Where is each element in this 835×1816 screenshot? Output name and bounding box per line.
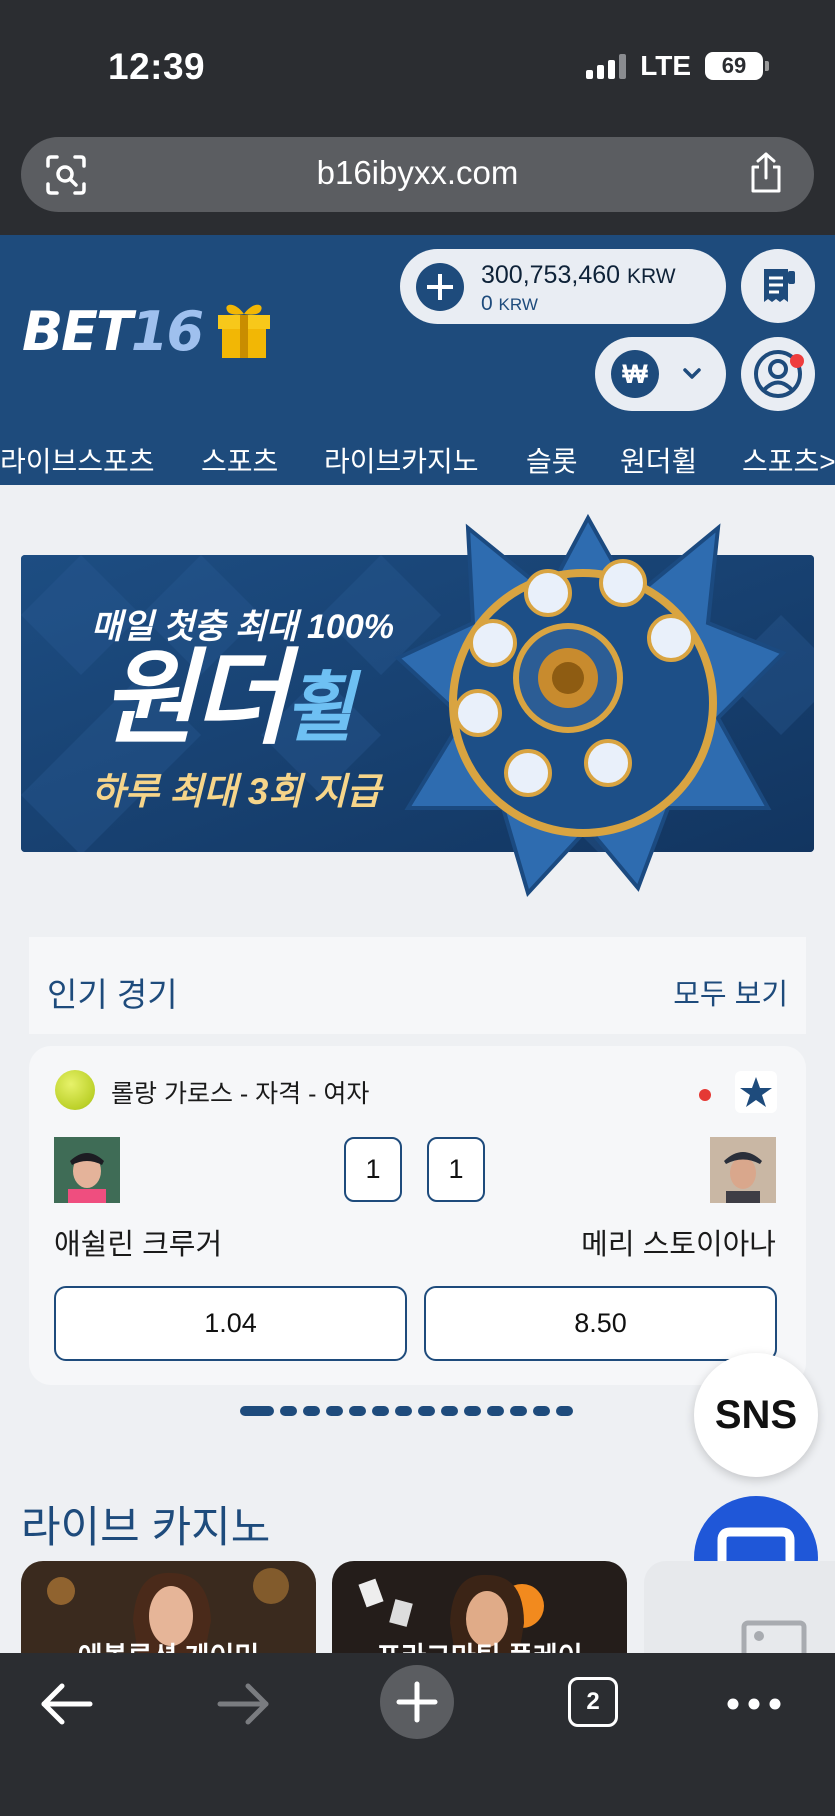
status-indicators: LTE 69 [586, 50, 769, 82]
game-card-evolution[interactable]: 에볼루션 게이밍 [21, 1561, 316, 1661]
game-card-placeholder[interactable] [644, 1561, 835, 1666]
live-casino-title: 라이브 카지노 [21, 1504, 271, 1552]
banner-title: 원더휠 [101, 641, 354, 757]
new-tab-icon [396, 1681, 438, 1723]
nav-item-sports-extra[interactable]: 스포츠> [742, 440, 835, 480]
status-bar: 12:39 LTE 69 b16ibyxx.com [0, 0, 835, 212]
home-player-avatar [54, 1137, 120, 1203]
screen: 12:39 LTE 69 b16ibyxx.com BET16 300,753,… [0, 0, 835, 1816]
home-score: 1 [344, 1137, 402, 1202]
bonus-balance: 0 KRW [481, 292, 538, 315]
popular-matches-header: 인기 경기 모두 보기 [29, 937, 806, 1034]
notification-dot [790, 354, 804, 368]
currency-selector[interactable]: ₩ [595, 337, 726, 411]
away-team-name: 메리 스토이아나 [581, 1229, 776, 1261]
carousel-dot[interactable] [303, 1406, 320, 1416]
logo-text: BET [22, 300, 133, 363]
bet-slip-button[interactable] [741, 249, 815, 323]
carousel-dot[interactable] [556, 1406, 573, 1416]
favorite-button[interactable] [735, 1071, 777, 1113]
battery-level: 69 [721, 53, 747, 78]
carousel-dot[interactable] [510, 1406, 527, 1416]
network-type: LTE [640, 50, 691, 81]
wonder-wheel-graphic [394, 513, 787, 897]
deposit-plus-icon[interactable] [416, 263, 464, 311]
popular-matches-title: 인기 경기 [47, 976, 178, 1013]
home-team-name: 애쉴린 크루거 [54, 1229, 223, 1261]
carousel-dot[interactable] [372, 1406, 389, 1416]
carousel-dot[interactable] [487, 1406, 504, 1416]
share-icon[interactable] [746, 151, 786, 195]
battery-icon: 69 [705, 52, 769, 80]
carousel-dot[interactable] [395, 1406, 412, 1416]
away-score: 1 [427, 1137, 485, 1202]
profile-icon [754, 350, 802, 398]
browser-toolbar: 2 [0, 1653, 835, 1816]
carousel-dot[interactable] [418, 1406, 435, 1416]
chevron-down-icon [683, 368, 701, 379]
league-name: 롤랑 가로스 - 자격 - 여자 [111, 1080, 370, 1108]
sns-button[interactable]: SNS [694, 1353, 818, 1477]
gift-icon[interactable] [214, 298, 274, 360]
view-all-link[interactable]: 모두 보기 [673, 971, 788, 1013]
new-tab-button[interactable] [380, 1665, 454, 1739]
nav-item-wonder-wheel[interactable]: 원더휠 [620, 440, 697, 480]
carousel-dot[interactable] [441, 1406, 458, 1416]
more-icon[interactable] [726, 1697, 782, 1711]
nav-item-sports[interactable]: 스포츠 [201, 440, 278, 480]
main-balance: 300,753,460 KRW [481, 261, 676, 289]
receipt-icon [764, 269, 795, 302]
match-card[interactable]: 롤랑 가로스 - 자격 - 여자 1 1 애쉴린 크루거 메리 스토이아나 1.… [29, 1046, 806, 1385]
carousel-dot[interactable] [533, 1406, 550, 1416]
tennis-ball-icon [55, 1070, 95, 1110]
home-odds-button[interactable]: 1.04 [54, 1286, 407, 1361]
balance-pill[interactable]: 300,753,460 KRW 0 KRW [400, 249, 726, 324]
url-text[interactable]: b16ibyxx.com [21, 154, 814, 192]
won-icon: ₩ [611, 350, 659, 398]
nav-item-live-casino[interactable]: 라이브카지노 [324, 440, 479, 480]
back-icon[interactable] [36, 1679, 98, 1729]
live-indicator [699, 1089, 711, 1101]
star-icon [740, 1077, 772, 1107]
forward-icon[interactable] [212, 1679, 274, 1729]
away-player-avatar [710, 1137, 776, 1203]
category-nav: 라이브스포츠 스포츠 라이브카지노 슬롯 원더휠 스포츠> [0, 428, 835, 485]
nav-item-live-sports[interactable]: 라이브스포츠 [0, 440, 155, 480]
tabs-icon[interactable]: 2 [568, 1677, 618, 1727]
profile-button[interactable] [741, 337, 815, 411]
carousel-dot[interactable] [464, 1406, 481, 1416]
status-time: 12:39 [108, 46, 206, 87]
game-card-pragmatic[interactable]: 프라그마틱 플레이 [332, 1561, 627, 1661]
carousel-dot[interactable] [280, 1406, 297, 1416]
address-bar[interactable]: b16ibyxx.com [21, 137, 814, 212]
carousel-dot[interactable] [349, 1406, 366, 1416]
banner-caption: 하루 최대 3회 지급 [91, 771, 381, 812]
carousel-dot[interactable] [240, 1406, 274, 1416]
site-logo[interactable]: BET16 [22, 300, 204, 363]
carousel-pagination[interactable] [240, 1406, 573, 1416]
logo-number: 16 [130, 300, 204, 363]
signal-icon [586, 53, 627, 79]
nav-item-slots[interactable]: 슬롯 [526, 440, 578, 480]
away-odds-button[interactable]: 8.50 [424, 1286, 777, 1361]
image-placeholder-icon [741, 1620, 807, 1666]
carousel-dot[interactable] [326, 1406, 343, 1416]
